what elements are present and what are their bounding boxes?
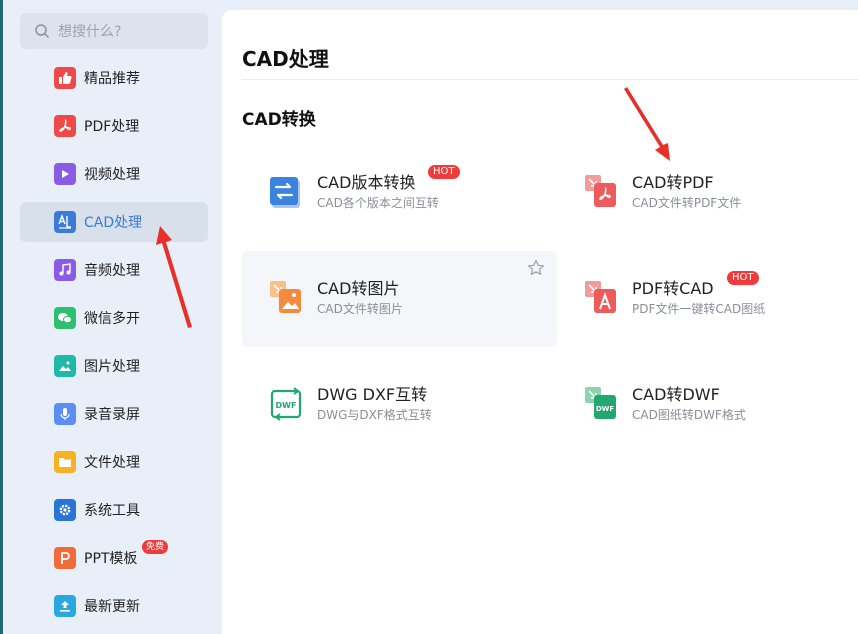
- cad-to-pdf-icon: [585, 175, 616, 207]
- tool-title: CAD转DWF: [632, 385, 720, 404]
- sidebar-item-label: 音频处理: [84, 263, 140, 279]
- folder-icon: [54, 451, 76, 473]
- thumbs-up-icon: [54, 67, 76, 89]
- page-title: CAD处理: [242, 47, 329, 71]
- tool-title: CAD转PDF: [632, 173, 714, 192]
- tool-card-cad-to-image[interactable]: CAD转图片 CAD文件转图片: [242, 251, 557, 347]
- sidebar-item-updates[interactable]: 最新更新: [20, 586, 208, 626]
- search-placeholder: 想搜什么?: [58, 24, 122, 40]
- pdf-to-cad-icon: [585, 281, 616, 313]
- section-title: CAD转换: [242, 110, 316, 130]
- sidebar-item-files[interactable]: 文件处理: [20, 442, 208, 482]
- sidebar-item-label: 录音录屏: [84, 407, 140, 423]
- sidebar: 想搜什么? 精品推荐 PDF处理 视频处理 CAD处理 音频处理 微信多开 图片…: [3, 0, 220, 634]
- sidebar-item-label: 图片处理: [84, 359, 140, 375]
- cad-to-image-icon: [270, 281, 301, 313]
- main-panel: CAD处理 CAD转换 CAD版本转换 HOT CAD各个版本之间互转 CAD转…: [222, 10, 858, 634]
- tool-desc: DWG与DXF格式互转: [317, 408, 432, 422]
- sidebar-item-cad[interactable]: CAD处理: [20, 202, 208, 242]
- tool-desc: CAD图纸转DWF格式: [632, 408, 746, 422]
- wechat-icon: [54, 307, 76, 329]
- gear-icon: [54, 499, 76, 521]
- tool-card-cad-to-pdf[interactable]: CAD转PDF CAD文件转PDF文件: [557, 145, 858, 241]
- hot-badge: HOT: [428, 165, 460, 179]
- svg-text:DWF: DWF: [596, 405, 615, 413]
- free-badge: 免费: [142, 540, 169, 554]
- tool-title: CAD转图片: [317, 279, 400, 298]
- sidebar-item-recording[interactable]: 录音录屏: [20, 394, 208, 434]
- tool-desc: PDF文件一键转CAD图纸: [632, 302, 766, 316]
- sidebar-item-pdf[interactable]: PDF处理: [20, 106, 208, 146]
- ppt-icon: [54, 547, 76, 569]
- tool-desc: CAD文件转PDF文件: [632, 196, 742, 210]
- tool-title: PDF转CAD: [632, 279, 714, 298]
- sidebar-item-system-tools[interactable]: 系统工具: [20, 490, 208, 530]
- tool-title: CAD版本转换: [317, 173, 416, 192]
- pdf-icon: [54, 115, 76, 137]
- divider: [242, 79, 858, 80]
- sidebar-item-label: 微信多开: [84, 311, 140, 327]
- tool-title: DWG DXF互转: [317, 385, 428, 404]
- svg-text:DWF: DWF: [276, 401, 297, 410]
- cad-to-dwf-icon: DWF: [585, 387, 616, 419]
- sidebar-item-wechat[interactable]: 微信多开: [20, 298, 208, 338]
- swap-icon: [270, 177, 300, 208]
- tool-card-cad-to-dwf[interactable]: DWF CAD转DWF CAD图纸转DWF格式: [557, 357, 858, 453]
- image-icon: [54, 355, 76, 377]
- sidebar-item-label: PPT模板: [84, 551, 138, 567]
- sidebar-item-label: PDF处理: [84, 119, 140, 135]
- sidebar-item-video[interactable]: 视频处理: [20, 154, 208, 194]
- tool-card-dwg-dxf[interactable]: DWF DWG DXF互转 DWG与DXF格式互转: [242, 357, 557, 453]
- sidebar-item-recommended[interactable]: 精品推荐: [20, 58, 208, 98]
- microphone-icon: [54, 403, 76, 425]
- sidebar-item-audio[interactable]: 音频处理: [20, 250, 208, 290]
- search-icon: [35, 24, 50, 39]
- sidebar-item-label: 视频处理: [84, 167, 140, 183]
- sidebar-item-label: CAD处理: [84, 215, 143, 231]
- dwg-dxf-icon: DWF: [270, 387, 302, 421]
- tool-card-cad-version-convert[interactable]: CAD版本转换 HOT CAD各个版本之间互转: [242, 145, 557, 241]
- play-icon: [54, 163, 76, 185]
- sidebar-item-label: 系统工具: [84, 503, 140, 519]
- sidebar-item-label: 最新更新: [84, 599, 140, 615]
- sidebar-item-image[interactable]: 图片处理: [20, 346, 208, 386]
- upload-icon: [54, 595, 76, 617]
- sidebar-item-label: 精品推荐: [84, 71, 140, 87]
- tool-desc: CAD各个版本之间互转: [317, 196, 439, 210]
- hot-badge: HOT: [727, 271, 759, 285]
- search-input[interactable]: 想搜什么?: [20, 13, 208, 49]
- tool-card-pdf-to-cad[interactable]: PDF转CAD HOT PDF文件一键转CAD图纸: [557, 251, 858, 347]
- music-icon: [54, 259, 76, 281]
- sidebar-item-label: 文件处理: [84, 455, 140, 471]
- sidebar-item-ppt[interactable]: PPT模板 免费: [20, 538, 208, 578]
- tool-desc: CAD文件转图片: [317, 302, 403, 316]
- favorite-star-icon[interactable]: [527, 259, 545, 277]
- cad-icon: [54, 211, 76, 233]
